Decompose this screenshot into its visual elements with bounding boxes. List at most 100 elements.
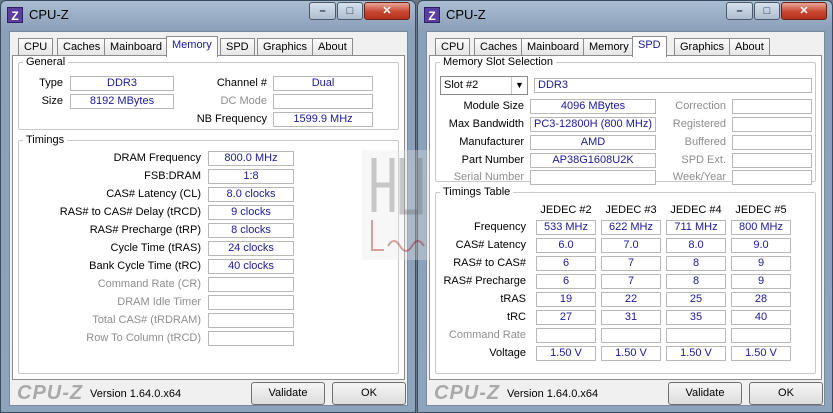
validate-button[interactable]: Validate <box>251 382 325 405</box>
type-label: Type <box>39 77 63 89</box>
footer-bar: CPU-Z Version 1.64.0.x64 Validate OK <box>10 382 409 406</box>
timings-cell: 711 MHz <box>666 220 726 235</box>
timings-cell: 25 <box>666 292 726 307</box>
timings-row-label: RAS# Precharge <box>443 275 526 287</box>
tab-graphics[interactable]: Graphics <box>257 38 314 56</box>
part-number-label: Part Number <box>461 154 524 166</box>
minimize-button[interactable]: – <box>309 2 336 20</box>
timings-row-label: tRAS <box>500 293 526 305</box>
title-bar[interactable]: Z CPU-Z – □ ✕ <box>1 1 415 29</box>
cpuz-window-spd: Z CPU-Z – □ ✕ CPU Caches Mainboard Memor… <box>417 0 833 413</box>
slot-select-value: Slot #2 <box>444 79 479 91</box>
timings-cell: 22 <box>601 292 661 307</box>
cpuz-app-icon: Z <box>7 7 23 23</box>
timings-cell <box>601 328 661 343</box>
timings-row-label: CAS# Latency <box>455 239 526 251</box>
tab-memory[interactable]: Memory <box>583 38 635 56</box>
timing-label: CAS# Latency (CL) <box>106 188 201 200</box>
timings-cell: 1.50 V <box>601 346 661 361</box>
timings-cell: 800 MHz <box>731 220 791 235</box>
tab-cpu[interactable]: CPU <box>435 38 471 56</box>
column-header: JEDEC #5 <box>735 204 787 216</box>
timings-cell: 533 MHz <box>536 220 596 235</box>
tab-caches[interactable]: Caches <box>474 38 524 56</box>
timing-value <box>208 277 294 292</box>
timings-table-legend: Timings Table <box>443 186 511 198</box>
correction-label: Correction <box>675 100 726 112</box>
module-size-value: 4096 MBytes <box>530 99 656 114</box>
tab-mainboard[interactable]: Mainboard <box>521 38 585 56</box>
timings-cell: 1.50 V <box>666 346 726 361</box>
timings-cell: 7.0 <box>601 238 661 253</box>
tab-caches[interactable]: Caches <box>57 38 107 56</box>
registered-label: Registered <box>672 118 726 130</box>
manufacturer-label: Manufacturer <box>459 136 524 148</box>
memory-type-value: DDR3 <box>534 78 812 93</box>
timings-cell: 19 <box>536 292 596 307</box>
timings-cell <box>536 328 596 343</box>
timing-value: 40 clocks <box>208 259 294 274</box>
week-year-value <box>732 170 812 185</box>
ok-button[interactable]: OK <box>332 382 406 405</box>
spd-tab-panel: Memory Slot Selection Slot #2 ▼ DDR3 Mod… <box>429 55 822 380</box>
tab-about[interactable]: About <box>312 38 353 56</box>
column-header: JEDEC #3 <box>605 204 657 216</box>
timings-cell <box>731 328 791 343</box>
channel-value: Dual <box>273 76 373 91</box>
timing-value: 8.0 clocks <box>208 187 294 202</box>
timing-value: 800.0 MHz <box>208 151 294 166</box>
timing-value <box>208 313 294 328</box>
close-button[interactable]: ✕ <box>781 2 827 20</box>
part-number-value: AP38G1608U2K <box>530 153 656 168</box>
buffered-value <box>732 135 812 150</box>
maximize-button[interactable]: □ <box>754 2 780 20</box>
spd-ext-value <box>732 153 812 168</box>
timing-label: DRAM Idle Timer <box>117 296 201 308</box>
maximize-button[interactable]: □ <box>337 2 363 20</box>
slot-select[interactable]: Slot #2 ▼ <box>440 76 528 95</box>
column-header: JEDEC #2 <box>540 204 592 216</box>
serial-number-label: Serial Number <box>453 171 524 183</box>
timings-row-label: tRC <box>507 311 526 323</box>
timing-value: 24 clocks <box>208 241 294 256</box>
tab-about[interactable]: About <box>729 38 770 56</box>
window-title: CPU-Z <box>29 7 69 22</box>
tab-spd[interactable]: SPD <box>632 36 667 57</box>
tab-cpu[interactable]: CPU <box>18 38 54 56</box>
timing-label: DRAM Frequency <box>113 152 201 164</box>
close-button[interactable]: ✕ <box>364 2 410 20</box>
tab-spd[interactable]: SPD <box>220 38 255 56</box>
timings-cell: 9.0 <box>731 238 791 253</box>
max-bandwidth-label: Max Bandwidth <box>448 118 524 130</box>
timings-cell: 6 <box>536 274 596 289</box>
ok-button[interactable]: OK <box>749 382 823 405</box>
timing-label: Command Rate (CR) <box>97 278 201 290</box>
timings-cell: 8 <box>666 256 726 271</box>
timings-cell: 9 <box>731 256 791 271</box>
validate-button[interactable]: Validate <box>668 382 742 405</box>
timings-cell: 35 <box>666 310 726 325</box>
correction-value <box>732 99 812 114</box>
manufacturer-value: AMD <box>530 135 656 150</box>
timing-value <box>208 295 294 310</box>
title-bar[interactable]: Z CPU-Z – □ ✕ <box>418 1 832 29</box>
timings-cell: 622 MHz <box>601 220 661 235</box>
cpuz-app-icon: Z <box>424 7 440 23</box>
timings-cell: 1.50 V <box>536 346 596 361</box>
channel-label: Channel # <box>216 77 267 89</box>
cpuz-brand-logo: CPU-Z <box>434 382 501 404</box>
timings-cell: 9 <box>731 274 791 289</box>
timings-cell: 7 <box>601 274 661 289</box>
timing-label: RAS# Precharge (tRP) <box>89 224 201 236</box>
tab-mainboard[interactable]: Mainboard <box>104 38 168 56</box>
registered-value <box>732 117 812 132</box>
timings-cell: 40 <box>731 310 791 325</box>
minimize-button[interactable]: – <box>726 2 753 20</box>
timings-row-label: Command Rate <box>448 329 526 341</box>
tab-graphics[interactable]: Graphics <box>674 38 731 56</box>
dropdown-arrow-icon[interactable]: ▼ <box>511 77 527 94</box>
timings-cell: 31 <box>601 310 661 325</box>
timing-label: Bank Cycle Time (tRC) <box>89 260 201 272</box>
memory-tab-panel: General Type DDR3 Size 8192 MBytes Chann… <box>12 55 405 380</box>
tab-memory[interactable]: Memory <box>166 36 218 57</box>
